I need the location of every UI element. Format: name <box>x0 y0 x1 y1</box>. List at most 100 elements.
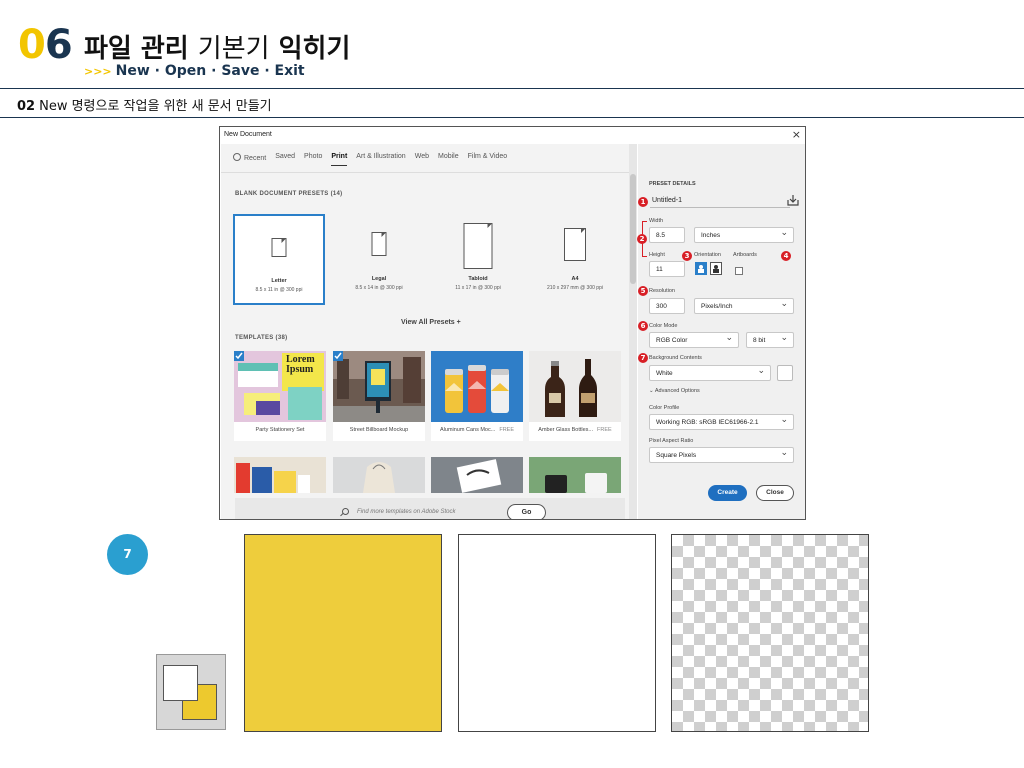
preset-letter[interactable]: Letter 8.5 x 11 in @ 300 ppi <box>233 214 325 305</box>
portrait-orientation-button[interactable] <box>695 262 707 275</box>
color-profile-select[interactable]: Working RGB: sRGB IEC61966-2.1 <box>649 414 794 430</box>
chapter-subtitle: >>> New · Open · Save · Exit <box>84 63 305 79</box>
tab-photo[interactable]: Photo <box>304 153 322 166</box>
blank-presets-header: BLANK DOCUMENT PRESETS (14) <box>235 191 343 197</box>
foreground-background-color-icon <box>156 654 226 730</box>
view-all-presets-link[interactable]: View All Presets + <box>401 319 461 326</box>
artboards-checkbox[interactable] <box>735 267 743 275</box>
template-party-stationery[interactable]: Lorem Ipsum Party Stationery Set <box>234 351 326 441</box>
width-unit-select[interactable]: Inches <box>694 227 794 243</box>
templates-header: TEMPLATES (38) <box>235 335 288 341</box>
background-contents-select[interactable]: White <box>649 365 771 381</box>
free-badge: FREE <box>597 427 612 433</box>
background-color-swatch[interactable] <box>777 365 793 381</box>
callout-badge-6: 6 <box>638 321 648 331</box>
template-thumbnail-row2[interactable] <box>529 457 621 493</box>
height-input[interactable]: 11 <box>649 261 685 277</box>
resolution-label: Resolution <box>649 288 675 294</box>
document-icon <box>271 238 287 257</box>
lorem-text: Lorem Ipsum <box>286 354 315 375</box>
preset-details-header: PRESET DETAILS <box>649 181 696 187</box>
close-button[interactable]: Close <box>756 485 794 501</box>
new-document-dialog: New Document × Recent Saved Photo Print … <box>219 126 806 520</box>
landscape-orientation-button[interactable] <box>710 262 722 275</box>
resolution-unit-select[interactable]: Pixels/Inch <box>694 298 794 314</box>
template-thumbnail-row2[interactable] <box>431 457 523 493</box>
go-button[interactable]: Go <box>507 504 546 519</box>
width-label: Width <box>649 218 664 224</box>
orientation-label: Orientation <box>694 252 721 258</box>
preset-legal[interactable]: Legal 8.5 x 14 in @ 300 ppi <box>333 214 425 305</box>
resolution-input[interactable]: 300 <box>649 298 685 314</box>
callout-badge-3: 3 <box>682 251 692 261</box>
template-name: Party Stationery Set <box>255 427 305 433</box>
section-heading: 02 New 명령으로 작업을 위한 새 문서 만들기 <box>17 99 272 114</box>
preset-size: 8.5 x 14 in @ 300 ppi <box>355 285 403 291</box>
template-street-billboard[interactable]: Street Billboard Mockup <box>333 351 425 441</box>
callout-badge-4: 4 <box>781 251 791 261</box>
tab-recent[interactable]: Recent <box>233 153 266 166</box>
close-icon[interactable]: × <box>792 128 801 141</box>
scrollbar-thumb[interactable] <box>630 174 636 284</box>
preset-a4[interactable]: A4 210 x 297 mm @ 300 ppi <box>529 214 621 305</box>
foreground-color-chip <box>163 665 198 701</box>
background-contents-label: Background Contents <box>649 355 702 361</box>
artboards-label: Artboards <box>733 252 757 258</box>
template-name: Street Billboard Mockup <box>349 427 409 433</box>
chapter-title: 파일 관리 기본기 익히기 <box>84 34 351 64</box>
transparent-background-example <box>671 534 869 732</box>
bit-depth-select[interactable]: 8 bit <box>746 332 794 348</box>
template-thumbnail-row2[interactable] <box>333 457 425 493</box>
preset-size: 8.5 x 11 in @ 300 ppi <box>255 287 303 293</box>
template-thumbnail-row2[interactable] <box>234 457 326 493</box>
tab-divider <box>221 172 629 173</box>
callout-badge-7: 7 <box>638 353 648 363</box>
preset-tabloid[interactable]: Tabloid 11 x 17 in @ 300 ppi <box>432 214 524 305</box>
document-icon <box>371 232 387 256</box>
color-mode-label: Color Mode <box>649 323 678 329</box>
preset-name: Tabloid <box>468 276 488 282</box>
color-mode-select[interactable]: RGB Color <box>649 332 739 348</box>
pixel-aspect-ratio-select[interactable]: Square Pixels <box>649 447 794 463</box>
save-preset-icon[interactable] <box>787 194 799 206</box>
chapter-number: 06 <box>18 22 73 68</box>
preset-details-panel: PRESET DETAILS 1 Untitled-1 2 Width 8.5 … <box>637 144 805 519</box>
template-aluminum-cans[interactable]: Aluminum Cans Moc... FREE <box>431 351 523 441</box>
document-icon <box>564 228 586 261</box>
tab-saved[interactable]: Saved <box>275 153 295 166</box>
template-thumbnail <box>431 351 523 422</box>
template-name: Aluminum Cans Moc... FREE <box>440 427 514 433</box>
tab-print[interactable]: Print <box>331 153 348 166</box>
dialog-title: New Document <box>224 131 272 138</box>
free-badge: FREE <box>499 427 514 433</box>
tab-web[interactable]: Web <box>415 153 429 166</box>
callout-badge-1: 1 <box>638 197 648 207</box>
preset-name: Letter <box>271 278 287 284</box>
presets-scrollbar[interactable] <box>629 144 637 519</box>
template-thumbnail <box>333 351 425 422</box>
white-background-example <box>458 534 656 732</box>
document-icon <box>463 223 493 269</box>
clock-icon <box>233 153 241 161</box>
create-button[interactable]: Create <box>708 485 747 501</box>
search-icon <box>342 508 349 515</box>
category-tabs: Recent Saved Photo Print Art & Illustrat… <box>233 153 516 166</box>
stock-search-bar: Find more templates on Adobe Stock Go <box>235 498 625 519</box>
width-input[interactable]: 8.5 <box>649 227 685 243</box>
template-thumbnail: Lorem Ipsum <box>234 351 326 422</box>
background-color-example <box>244 534 442 732</box>
template-thumbnail <box>529 351 621 422</box>
document-name-field[interactable]: Untitled-1 <box>650 195 790 208</box>
tab-art-illustration[interactable]: Art & Illustration <box>356 153 405 166</box>
stock-search-input[interactable]: Find more templates on Adobe Stock <box>357 509 456 515</box>
template-amber-bottles[interactable]: Amber Glass Bottles... FREE <box>529 351 621 441</box>
advanced-options-toggle[interactable]: ⌄ Advanced Options <box>649 388 700 394</box>
height-label: Height <box>649 252 665 258</box>
section-band: 02 New 명령으로 작업을 위한 새 문서 만들기 <box>0 88 1024 118</box>
tab-film-video[interactable]: Film & Video <box>468 153 508 166</box>
template-name: Amber Glass Bottles... FREE <box>538 427 612 433</box>
tab-mobile[interactable]: Mobile <box>438 153 459 166</box>
preset-size: 11 x 17 in @ 300 ppi <box>455 285 501 291</box>
preset-name: A4 <box>571 276 579 282</box>
pixel-aspect-ratio-label: Pixel Aspect Ratio <box>649 438 694 444</box>
